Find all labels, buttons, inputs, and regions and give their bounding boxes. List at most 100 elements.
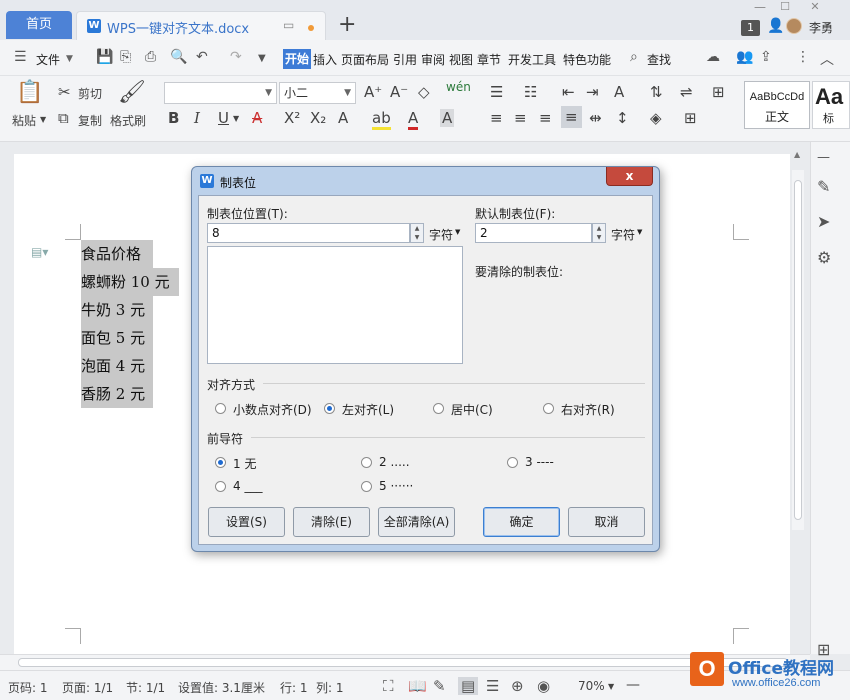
scroll-up-icon[interactable]: ▲: [794, 150, 800, 159]
search-icon[interactable]: ⌕: [630, 49, 638, 65]
status-setting[interactable]: 设置值: 3.1厘米: [178, 679, 265, 696]
align-right-icon[interactable]: ≡: [539, 109, 552, 127]
pen-icon[interactable]: ✎: [817, 177, 830, 196]
leader-none-radio[interactable]: [215, 457, 226, 468]
highlight-icon[interactable]: ab: [372, 109, 391, 130]
menu-view[interactable]: 视图: [449, 51, 473, 68]
default-tab-unit[interactable]: 字符: [611, 226, 635, 243]
align-left-icon[interactable]: ≡: [490, 109, 503, 127]
monitor-icon[interactable]: ▭: [283, 18, 294, 32]
align-center-icon[interactable]: ≡: [514, 109, 527, 127]
leader-middots-radio[interactable]: [361, 481, 372, 492]
copy-button[interactable]: 复制: [78, 112, 102, 129]
leader-underline-label[interactable]: 4 ___: [233, 479, 262, 493]
tab-position-input[interactable]: 8: [207, 223, 410, 243]
export-icon[interactable]: ⎘: [120, 49, 131, 65]
scissors-icon[interactable]: ✂: [58, 83, 71, 101]
clear-all-button[interactable]: 全部清除(A): [378, 507, 455, 537]
line-spacing-icon[interactable]: ↕: [616, 109, 629, 127]
leader-underline-radio[interactable]: [215, 481, 226, 492]
align-center-label[interactable]: 居中(C): [451, 401, 493, 418]
more-icon[interactable]: ⋮: [796, 49, 810, 65]
user-add-icon[interactable]: 👤: [767, 18, 784, 34]
hamburger-icon[interactable]: ☰: [14, 49, 27, 65]
menu-references[interactable]: 引用: [393, 51, 417, 68]
default-tab-stepper[interactable]: ▲ ▼: [592, 223, 606, 243]
outline-view-icon[interactable]: ☰: [486, 677, 499, 695]
tab-position-stepper[interactable]: ▲ ▼: [410, 223, 424, 243]
cut-button[interactable]: 剪切: [78, 85, 102, 102]
font-size-select[interactable]: 小二 ▼: [279, 82, 356, 104]
ok-button[interactable]: 确定: [483, 507, 560, 537]
font-grow-icon[interactable]: A⁺: [364, 83, 382, 101]
strikethrough-icon[interactable]: A: [252, 109, 262, 127]
bullet-list-icon[interactable]: ☰: [490, 83, 503, 101]
scroll-thumb[interactable]: [18, 658, 788, 667]
doc-line[interactable]: 香肠 2 元: [81, 380, 153, 408]
shading-icon[interactable]: ◈: [650, 109, 662, 127]
cancel-button[interactable]: 取消: [568, 507, 645, 537]
menu-home[interactable]: 开始: [283, 49, 311, 69]
style-normal[interactable]: AaBbCcDd 正文: [744, 81, 810, 129]
table-icon[interactable]: ⊞: [712, 83, 725, 101]
collapse-icon[interactable]: —: [817, 150, 830, 165]
tab-home[interactable]: 首页: [6, 11, 72, 39]
print-icon[interactable]: ⎙: [145, 49, 156, 65]
chevron-down-icon[interactable]: ▼: [233, 114, 239, 123]
italic-icon[interactable]: I: [194, 109, 200, 127]
sort-icon[interactable]: ⇅: [650, 83, 663, 101]
horizontal-scrollbar[interactable]: [0, 654, 810, 670]
menu-page-layout[interactable]: 页面布局: [341, 51, 389, 68]
show-marks-icon[interactable]: ⇌: [680, 83, 693, 101]
char-shading-icon[interactable]: A: [440, 109, 455, 127]
numbered-list-icon[interactable]: ☷: [524, 83, 537, 101]
copy-icon[interactable]: ⧉: [58, 109, 69, 127]
subscript-icon[interactable]: X₂: [310, 109, 326, 127]
paragraph-handle-icon[interactable]: ▤▾: [31, 245, 48, 259]
status-page-number[interactable]: 页码: 1: [8, 679, 48, 696]
paste-button[interactable]: 粘贴: [12, 112, 36, 129]
bold-icon[interactable]: B: [168, 109, 179, 127]
clear-button[interactable]: 清除(E): [293, 507, 370, 537]
leader-middots-label[interactable]: 5 ······: [379, 479, 413, 493]
menu-section[interactable]: 章节: [477, 51, 501, 68]
align-left-label[interactable]: 左对齐(L): [342, 401, 394, 418]
align-left-radio[interactable]: [324, 403, 335, 414]
doc-line[interactable]: 泡面 4 元: [81, 352, 153, 380]
window-count-badge[interactable]: 1: [741, 20, 760, 36]
cloud-icon[interactable]: ☁: [706, 49, 720, 65]
write-mode-icon[interactable]: ✎: [433, 677, 446, 695]
chinese-layout-icon[interactable]: A: [614, 83, 624, 101]
page-view-icon[interactable]: ▤: [458, 677, 479, 695]
status-section[interactable]: 节: 1/1: [126, 679, 165, 696]
doc-line[interactable]: 食品价格: [81, 240, 153, 268]
status-page[interactable]: 页面: 1/1: [62, 679, 113, 696]
doc-line[interactable]: 螺蛳粉 10 元: [81, 268, 179, 296]
menu-insert[interactable]: 插入: [313, 51, 337, 68]
leader-none-label[interactable]: 1 无: [233, 455, 256, 472]
format-painter-icon[interactable]: 🖌: [118, 80, 146, 105]
font-shrink-icon[interactable]: A⁻: [390, 83, 408, 101]
set-button[interactable]: 设置(S): [208, 507, 285, 537]
cursor-icon[interactable]: ➤: [817, 212, 830, 231]
format-painter-button[interactable]: 格式刷: [110, 112, 146, 129]
leader-dashes-radio[interactable]: [507, 457, 518, 468]
leader-dashes-label[interactable]: 3 ----: [525, 455, 554, 469]
spin-up-icon[interactable]: ▲: [593, 224, 605, 233]
menu-special[interactable]: 特色功能: [563, 51, 611, 68]
menu-review[interactable]: 审阅: [421, 51, 445, 68]
close-window-icon[interactable]: ✕: [800, 0, 830, 14]
collapse-ribbon-icon[interactable]: ︿: [820, 49, 834, 69]
zoom-out-icon[interactable]: —: [626, 677, 640, 693]
tab-stop-list[interactable]: [207, 246, 463, 364]
maximize-icon[interactable]: ☐: [770, 0, 800, 14]
menu-developer[interactable]: 开发工具: [508, 51, 556, 68]
status-col[interactable]: 列: 1: [316, 679, 344, 696]
distribute-icon[interactable]: ⇹: [589, 109, 602, 127]
print-preview-icon[interactable]: 🔍: [170, 49, 187, 65]
superscript-icon[interactable]: X²: [284, 109, 300, 127]
tab-position-unit[interactable]: 字符: [429, 226, 453, 243]
spin-down-icon[interactable]: ▼: [411, 233, 423, 242]
chevron-down-icon[interactable]: ▼: [40, 115, 46, 124]
spin-up-icon[interactable]: ▲: [411, 224, 423, 233]
